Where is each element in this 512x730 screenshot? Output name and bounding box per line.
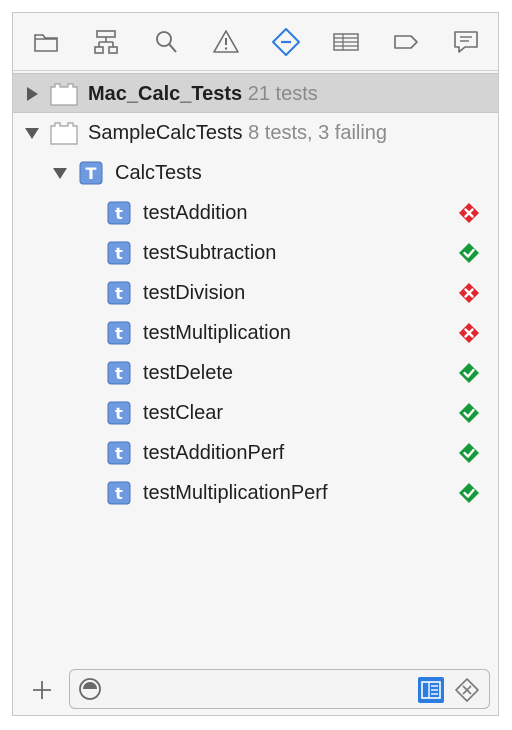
navigator-bottom-bar xyxy=(13,663,498,715)
test-summary: 8 tests, 3 failing xyxy=(248,122,388,144)
svg-text:t: t xyxy=(115,364,123,383)
test-passed-icon[interactable] xyxy=(458,402,480,424)
test-passed-icon[interactable] xyxy=(458,242,480,264)
test-method-icon: t xyxy=(107,401,131,425)
test-bundle-icon xyxy=(49,81,79,107)
breakpoint-icon[interactable] xyxy=(391,27,421,57)
svg-text:t: t xyxy=(115,444,123,463)
test-name: testAdditionPerf xyxy=(143,442,285,464)
hierarchy-icon[interactable] xyxy=(91,27,121,57)
failed-only-toggle-icon[interactable] xyxy=(418,677,444,703)
test-tree: Mac_Calc_Tests 21 tests SampleCalcTests … xyxy=(13,71,498,663)
comment-icon[interactable] xyxy=(451,27,481,57)
disclosure-expanded-icon[interactable] xyxy=(52,165,68,181)
svg-text:t: t xyxy=(115,244,123,263)
navigator-toolbar xyxy=(13,13,498,71)
tree-row-test[interactable]: t testAddition xyxy=(13,193,498,233)
test-name: testMultiplicationPerf xyxy=(143,482,328,504)
plus-icon[interactable] xyxy=(29,677,55,703)
test-method-icon: t xyxy=(107,321,131,345)
tree-row-bundle[interactable]: SampleCalcTests 8 tests, 3 failing xyxy=(13,113,498,153)
test-name: testAddition xyxy=(143,202,248,224)
test-failed-icon[interactable] xyxy=(458,322,480,344)
tree-row-bundle[interactable]: Mac_Calc_Tests 21 tests xyxy=(13,73,498,113)
svg-text:t: t xyxy=(115,204,123,223)
test-navigator-panel: Mac_Calc_Tests 21 tests SampleCalcTests … xyxy=(12,12,499,716)
tree-item-label: Mac_Calc_Tests 21 tests xyxy=(88,83,318,105)
test-name: testMultiplication xyxy=(143,322,291,344)
test-method-icon: t xyxy=(107,481,131,505)
folder-icon[interactable] xyxy=(31,27,61,57)
tree-row-class[interactable]: T CalcTests xyxy=(13,153,498,193)
test-method-icon: t xyxy=(107,281,131,305)
disclosure-collapsed-icon[interactable] xyxy=(24,86,40,102)
test-failed-icon[interactable] xyxy=(458,282,480,304)
test-method-icon: t xyxy=(107,361,131,385)
tree-row-test[interactable]: t testMultiplication xyxy=(13,313,498,353)
filter-field[interactable] xyxy=(69,669,490,709)
list-icon[interactable] xyxy=(331,27,361,57)
tree-row-test[interactable]: t testDivision xyxy=(13,273,498,313)
test-name: testClear xyxy=(143,402,224,424)
tree-row-test[interactable]: t testSubtraction xyxy=(13,233,498,273)
test-name: testDelete xyxy=(143,362,234,384)
tree-row-test[interactable]: t testClear xyxy=(13,393,498,433)
svg-text:t: t xyxy=(115,404,123,423)
test-passed-icon[interactable] xyxy=(458,442,480,464)
test-count: 21 tests xyxy=(247,83,318,105)
tree-row-test[interactable]: t testMultiplicationPerf xyxy=(13,473,498,513)
test-passed-icon[interactable] xyxy=(458,482,480,504)
tree-item-label: SampleCalcTests 8 tests, 3 failing xyxy=(88,122,388,144)
svg-text:T: T xyxy=(86,164,97,183)
test-passed-icon[interactable] xyxy=(458,362,480,384)
tree-row-test[interactable]: t testDelete xyxy=(13,353,498,393)
test-failed-icon[interactable] xyxy=(458,202,480,224)
warning-icon[interactable] xyxy=(211,27,241,57)
test-name: testSubtraction xyxy=(143,242,277,264)
test-class-icon: T xyxy=(79,161,103,185)
svg-text:t: t xyxy=(115,284,123,303)
test-navigator-icon[interactable] xyxy=(271,27,301,57)
svg-text:t: t xyxy=(115,484,123,503)
test-name: testDivision xyxy=(143,282,246,304)
test-method-icon: t xyxy=(107,201,131,225)
tree-item-label: CalcTests xyxy=(115,162,202,184)
filter-input[interactable] xyxy=(110,676,414,704)
search-icon[interactable] xyxy=(151,27,181,57)
test-method-icon: t xyxy=(107,441,131,465)
clear-filter-icon[interactable] xyxy=(454,677,480,703)
disclosure-expanded-icon[interactable] xyxy=(24,125,40,141)
test-bundle-icon xyxy=(49,120,79,146)
tree-row-test[interactable]: t testAdditionPerf xyxy=(13,433,498,473)
svg-text:t: t xyxy=(115,324,123,343)
test-method-icon: t xyxy=(107,241,131,265)
recent-scope-icon[interactable] xyxy=(78,677,102,701)
